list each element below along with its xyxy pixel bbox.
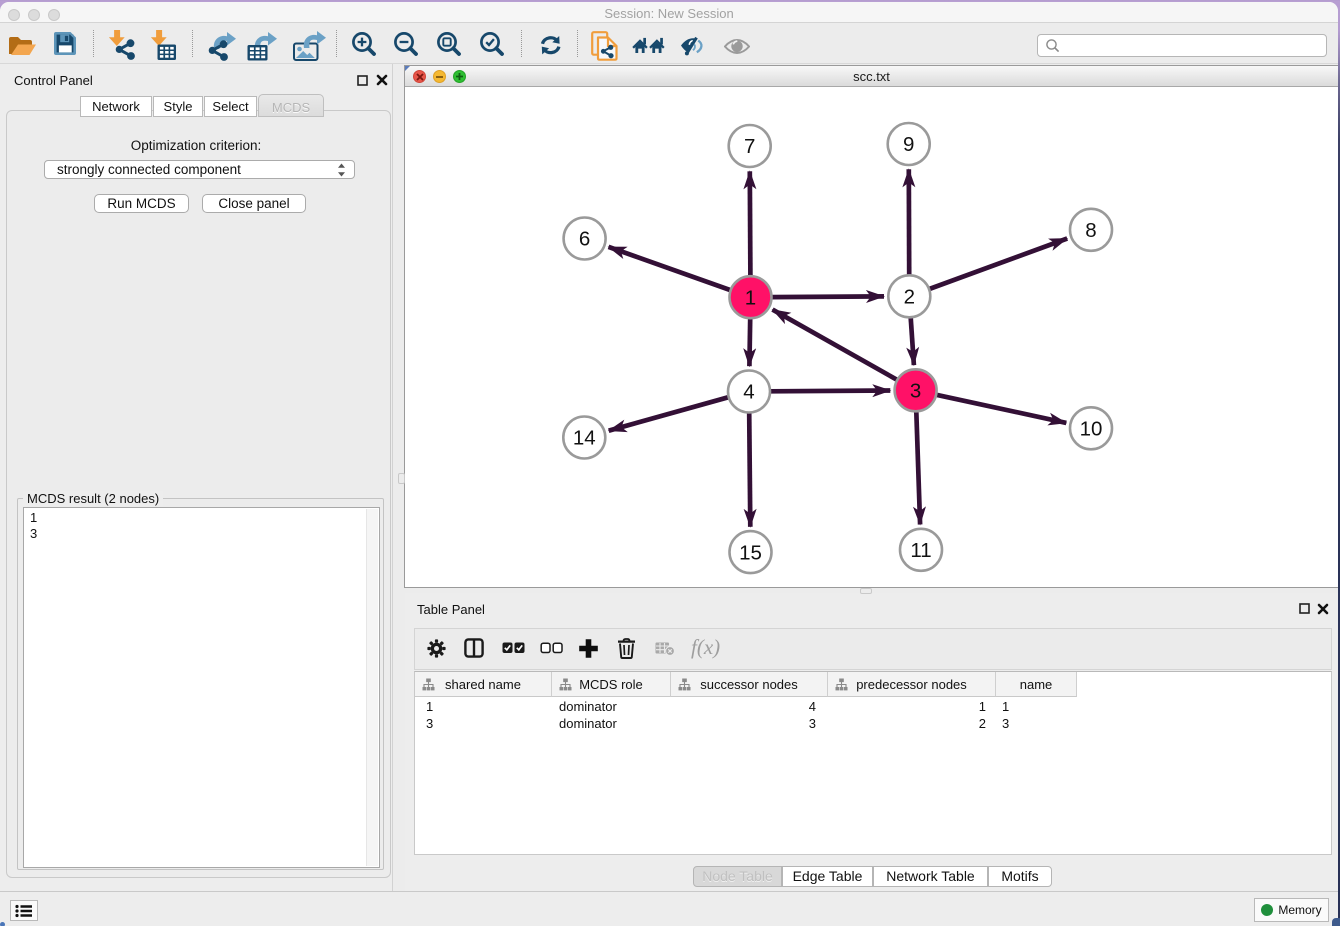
svg-text:15: 15: [739, 541, 762, 564]
svg-text:6: 6: [579, 228, 590, 251]
svg-text:3: 3: [910, 380, 921, 403]
svg-text:7: 7: [744, 135, 755, 158]
svg-text:1: 1: [745, 286, 756, 309]
svg-text:10: 10: [1080, 418, 1103, 441]
svg-text:11: 11: [910, 539, 931, 562]
svg-text:2: 2: [904, 286, 915, 309]
svg-text:4: 4: [743, 381, 754, 404]
svg-text:9: 9: [903, 133, 914, 156]
svg-text:14: 14: [573, 427, 596, 450]
svg-text:8: 8: [1085, 219, 1096, 242]
